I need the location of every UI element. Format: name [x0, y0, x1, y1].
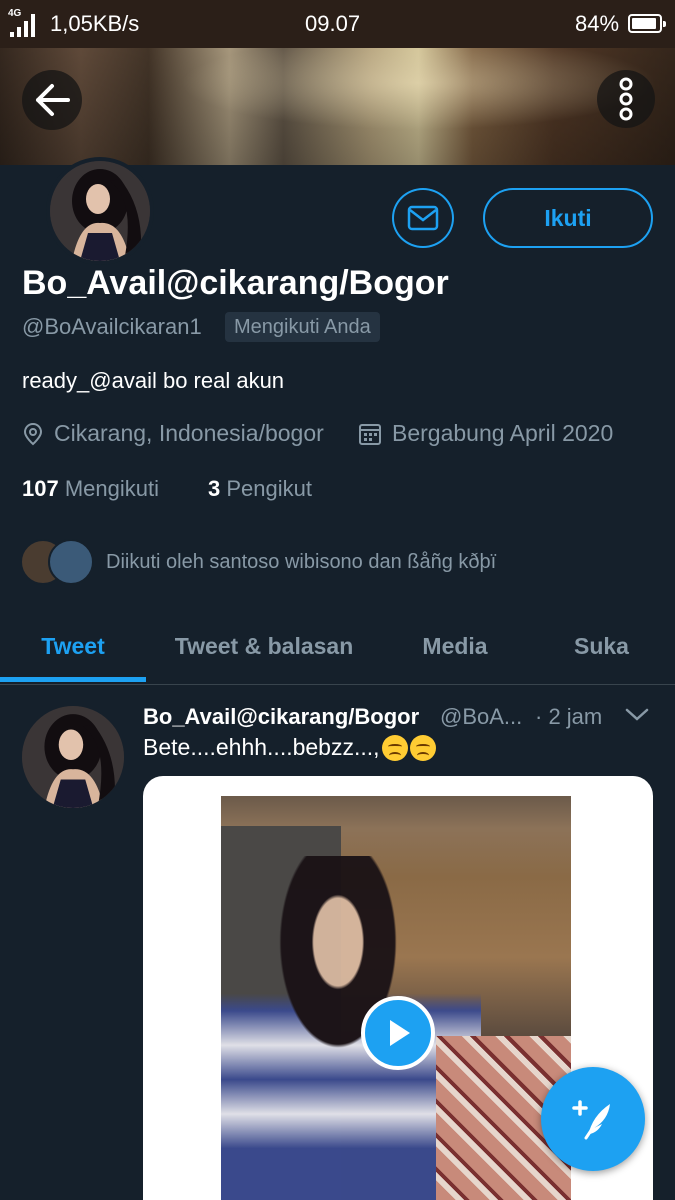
profile-banner: [0, 48, 675, 165]
calendar-icon: [359, 423, 381, 445]
followed-by-row[interactable]: Diikuti oleh santoso wibisono dan ßåñg k…: [20, 538, 496, 586]
compose-tweet-button[interactable]: [541, 1067, 645, 1171]
disappointed-face-emoji-icon: [381, 734, 408, 761]
following-label: Mengikuti: [64, 476, 159, 501]
clock: 09.07: [305, 11, 361, 36]
follows-you-badge: Mengikuti Anda: [225, 312, 380, 342]
vertical-dots-icon: [619, 77, 633, 121]
followers-count: 3: [208, 476, 221, 501]
network-speed: 1,05KB/s: [50, 11, 140, 36]
chevron-down-icon: [625, 708, 649, 721]
profile-avatar[interactable]: [46, 157, 154, 265]
location-pin-icon: [23, 422, 43, 445]
avatar-photo: [50, 161, 150, 261]
tweet-author-name[interactable]: Bo_Avail@cikarang/Bogor: [143, 704, 419, 730]
follower-avatar: [48, 539, 94, 585]
avatar-photo: [22, 706, 124, 808]
tweet-menu-button[interactable]: [624, 706, 650, 729]
tab-likes[interactable]: Suka: [528, 610, 675, 682]
play-icon: [390, 1020, 410, 1046]
tweet-author-handle: @BoA...: [440, 704, 523, 729]
profile-bio: ready_@avail bo real akun: [22, 368, 285, 393]
profile-tabs: Tweet Tweet & balasan Media Suka: [0, 610, 675, 685]
play-button[interactable]: [361, 996, 435, 1070]
following-stat[interactable]: 107 Mengikuti: [22, 476, 159, 502]
tweet-timestamp: · 2 jam: [535, 704, 603, 729]
followers-label: Pengikut: [226, 476, 312, 501]
tweet-text: Bete....ehhh....bebzz...,: [143, 734, 436, 761]
more-options-button[interactable]: [597, 70, 655, 128]
followed-by-text: Diikuti oleh santoso wibisono dan ßåñg k…: [106, 550, 497, 573]
status-bar: 4G 1,05KB/s 09.07 84%: [0, 0, 675, 48]
battery-percent: 84%: [575, 11, 620, 36]
compose-feather-icon: [572, 1100, 610, 1140]
active-tab-indicator: [0, 677, 146, 682]
tweet-text-content: Bete....ehhh....bebzz...,: [143, 734, 380, 760]
profile-location: Cikarang, Indonesia/bogor: [22, 420, 324, 447]
tab-tweet[interactable]: Tweet: [0, 610, 146, 682]
tweet-avatar[interactable]: [22, 706, 124, 808]
disappointed-face-emoji-icon: [409, 734, 436, 761]
arrow-left-icon: [36, 84, 70, 116]
profile-joined: Bergabung April 2020: [358, 420, 613, 447]
display-name: Bo_Avail@cikarang/Bogor: [22, 264, 449, 302]
message-button[interactable]: [392, 188, 454, 248]
user-handle: @BoAvailcikaran1: [22, 314, 202, 339]
joined-text: Bergabung April 2020: [392, 420, 614, 446]
tab-media[interactable]: Media: [382, 610, 528, 682]
following-count: 107: [22, 476, 59, 501]
location-text: Cikarang, Indonesia/bogor: [54, 420, 324, 446]
tab-tweet-replies[interactable]: Tweet & balasan: [146, 610, 382, 682]
battery-icon: [628, 14, 666, 33]
followers-stat[interactable]: 3 Pengikut: [208, 476, 312, 502]
back-button[interactable]: [22, 70, 82, 130]
signal-icon: [10, 14, 35, 37]
follow-button[interactable]: Ikuti: [483, 188, 653, 248]
envelope-icon: [407, 205, 439, 231]
